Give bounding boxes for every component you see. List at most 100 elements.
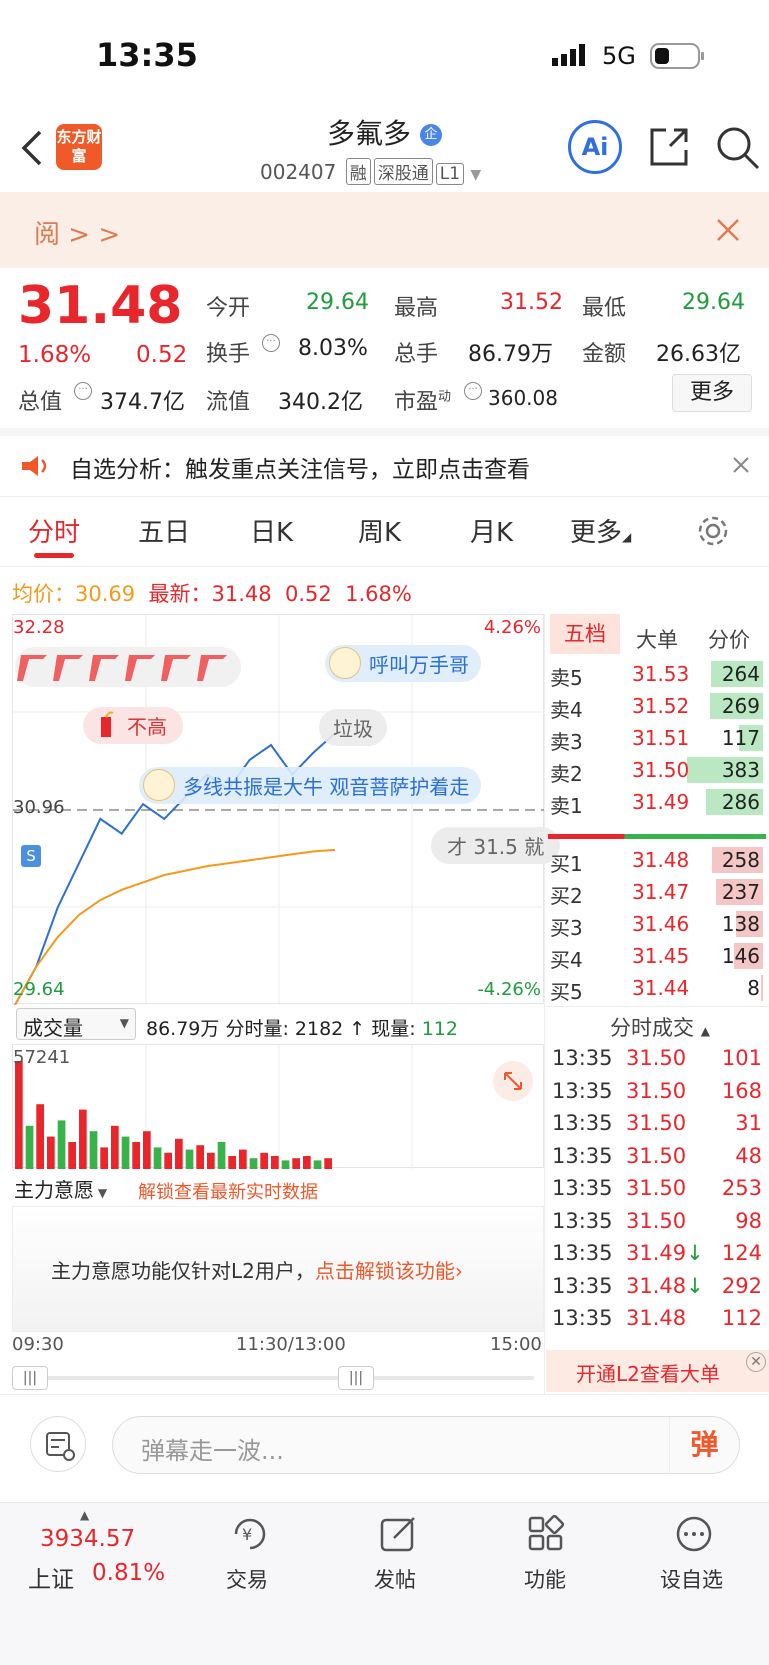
volume-bar xyxy=(761,975,763,1001)
tab-weekly-k[interactable]: 周K xyxy=(358,512,401,549)
orderbook-row[interactable]: 买5 31.44 8 xyxy=(548,972,766,1004)
level-label: 买3 xyxy=(550,916,583,940)
orderbook-row[interactable]: 买3 31.46 138 xyxy=(548,908,766,940)
l2-banner[interactable]: 开通L2查看大单 ✕ xyxy=(546,1350,769,1392)
trade-volume: 31 xyxy=(735,1111,762,1135)
nav-trade[interactable]: 交易 xyxy=(226,1564,268,1594)
volume-selector[interactable]: 成交量 ▼ xyxy=(16,1008,136,1040)
orderbook-tab-big[interactable]: 大单 xyxy=(636,624,678,654)
time-range-slider[interactable]: ||| ||| xyxy=(12,1366,544,1390)
danmaku-bubble-4[interactable]: 多线共振是大牛 观音菩萨护着走 xyxy=(139,767,482,804)
close-icon[interactable] xyxy=(732,456,750,478)
value-open: 29.64 xyxy=(306,290,369,315)
close-icon[interactable] xyxy=(716,218,740,246)
danmaku-send-button[interactable]: 弹 xyxy=(669,1417,739,1473)
value-float-cap: 340.2亿 xyxy=(278,390,363,415)
volume-bar xyxy=(121,1136,130,1169)
level-label: 卖2 xyxy=(550,762,583,786)
nav-post[interactable]: 发帖 xyxy=(374,1564,416,1594)
signal-marker[interactable]: S xyxy=(21,845,41,867)
nav-function[interactable]: 功能 xyxy=(524,1564,566,1594)
unlock-link[interactable]: 点击解锁该功能 xyxy=(315,1259,455,1283)
close-icon[interactable]: ✕ xyxy=(746,1352,766,1372)
trade-price: 31.50 xyxy=(626,1176,687,1200)
volume-chart[interactable]: 57241 xyxy=(12,1044,544,1169)
orderbook-row[interactable]: 卖1 31.49 286 xyxy=(548,786,766,818)
tab-intraday[interactable]: 分时 xyxy=(28,512,80,549)
orderbook-row[interactable]: 买2 31.47 237 xyxy=(548,876,766,908)
function-icon[interactable] xyxy=(526,1514,566,1558)
trades-title[interactable]: 分时成交 ▲ xyxy=(610,1012,710,1042)
trade-volume: 98 xyxy=(735,1208,762,1233)
notice-bar[interactable]: 自选分析：触发重点关注信号，立即点击查看 xyxy=(0,428,769,492)
pct-min-label: -4.26% xyxy=(477,979,541,1000)
trade-row: 13:35 31.50 168 xyxy=(548,1079,766,1113)
stock-code-line: 002407 融深股通 L1 ▼ xyxy=(260,158,481,185)
index-value[interactable]: 3934.57 xyxy=(40,1526,135,1552)
label-high: 最高 xyxy=(394,296,439,321)
chevron-down-icon[interactable]: ▼ xyxy=(470,167,481,183)
trade-icon[interactable]: ¥ xyxy=(228,1514,272,1558)
main-force-selector[interactable]: 主力意愿 ▼ xyxy=(14,1174,107,1203)
tab-monthly-k[interactable]: 月K xyxy=(470,512,513,549)
more-dots-icon[interactable] xyxy=(674,1514,714,1558)
volume-bar xyxy=(79,1109,87,1169)
main-force-header: 主力意愿 ▼ 解锁查看最新实时数据 xyxy=(12,1170,544,1206)
trade-time: 13:35 xyxy=(552,1306,613,1330)
y-max-label: 32.28 xyxy=(13,617,65,638)
danmaku-bubble-3[interactable]: 垃圾 xyxy=(319,709,387,746)
nav-add-watchlist[interactable]: 设自选 xyxy=(660,1564,723,1594)
volume-bar xyxy=(303,1156,311,1169)
value-low: 29.64 xyxy=(682,290,745,315)
volume-bar xyxy=(68,1142,76,1169)
level-volume: 8 xyxy=(747,976,760,1000)
orderbook-row[interactable]: 买4 31.45 146 xyxy=(548,940,766,972)
orderbook-tab-price[interactable]: 分价 xyxy=(708,624,750,654)
enterprise-badge: 企 xyxy=(419,124,442,146)
volume-bar xyxy=(25,1125,34,1169)
orderbook-tab-five[interactable]: 五档 xyxy=(550,614,620,654)
tab-daily-k[interactable]: 日K xyxy=(250,512,293,549)
orderbook-row[interactable]: 卖5 31.53 264 xyxy=(548,658,766,690)
search-icon[interactable] xyxy=(714,124,762,176)
volume-bar xyxy=(15,1061,23,1169)
promo-banner[interactable]: 阅 > > xyxy=(0,192,769,268)
volume-bar xyxy=(281,1160,290,1169)
slider-handle-right[interactable]: ||| xyxy=(338,1366,374,1390)
info-icon[interactable]: ··· xyxy=(74,382,92,400)
slider-handle-left[interactable]: ||| xyxy=(12,1366,48,1390)
level-price: 31.47 xyxy=(632,880,690,904)
orderbook-row[interactable]: 卖2 31.50 383 xyxy=(548,754,766,786)
intraday-chart[interactable]: 32.28 30.96 29.64 4.26% -4.26% 呼叫万手哥 不高 … xyxy=(12,614,561,1006)
info-icon[interactable]: ··· xyxy=(464,382,482,400)
more-button[interactable]: 更多 xyxy=(672,374,752,412)
y-mid-label: 30.96 xyxy=(13,797,65,818)
tag-level: L1 xyxy=(435,163,465,185)
danmaku-settings-icon[interactable] xyxy=(30,1416,86,1472)
trade-time: 13:35 xyxy=(552,1143,613,1168)
orderbook-row[interactable]: 买1 31.48 258 xyxy=(548,844,766,876)
post-icon[interactable] xyxy=(378,1514,418,1558)
gear-icon[interactable] xyxy=(696,514,730,552)
orderbook-row[interactable]: 卖4 31.52 269 xyxy=(548,690,766,722)
danmaku-input[interactable]: 弹幕走一波... 弹 xyxy=(112,1416,740,1474)
tab-more[interactable]: 更多◢ xyxy=(570,512,631,549)
battery-icon xyxy=(650,42,706,74)
trade-volume: 124 xyxy=(721,1241,762,1265)
ai-button[interactable]: Ai xyxy=(568,120,622,174)
level-label: 卖3 xyxy=(550,730,583,754)
share-icon[interactable] xyxy=(646,124,692,174)
unlock-hint[interactable]: 解锁查看最新实时数据 xyxy=(138,1178,318,1204)
expand-icon[interactable] xyxy=(493,1061,533,1101)
volume-bar xyxy=(100,1147,108,1169)
level-price: 31.50 xyxy=(632,758,690,782)
info-icon[interactable]: ··· xyxy=(262,334,280,352)
level-label: 卖5 xyxy=(550,666,583,690)
tab-five-day[interactable]: 五日 xyxy=(138,512,190,549)
danmaku-bubble-5[interactable]: 才 31.5 就 xyxy=(431,827,561,864)
level-price: 31.51 xyxy=(632,726,690,750)
volume-bar xyxy=(249,1158,258,1169)
volume-header: 成交量 ▼ 86.79万 分时量: 2182 ↑ 现量: 112 xyxy=(12,1006,544,1044)
orderbook-row[interactable]: 卖3 31.51 117 xyxy=(548,722,766,754)
trade-volume: 292 xyxy=(721,1273,762,1298)
